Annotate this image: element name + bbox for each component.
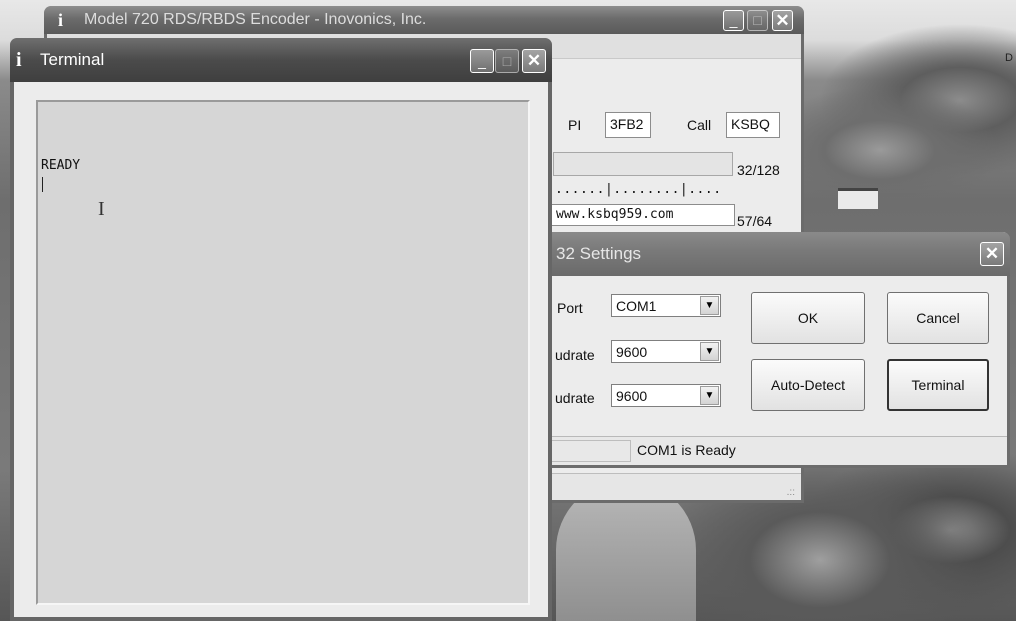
character-ruler: ......|........|.... [555, 182, 722, 197]
radiotext-field[interactable]: www.ksbq959.com [551, 204, 735, 226]
main-titlebar[interactable]: i Model 720 RDS/RBDS Encoder - Inovonics… [44, 6, 804, 34]
resize-grip-icon[interactable]: .:: [787, 487, 795, 498]
main-window-title: Model 720 RDS/RBDS Encoder - Inovonics, … [84, 11, 427, 28]
terminal-title: Terminal [40, 50, 105, 69]
minimize-icon[interactable]: _ [723, 10, 744, 31]
call-field[interactable]: KSBQ [726, 112, 780, 138]
inovonics-logo-icon: i [16, 49, 22, 71]
close-icon[interactable]: ✕ [980, 242, 1004, 266]
radiotext-char-count: 57/64 [737, 213, 773, 229]
second-baudrate-select[interactable]: 9600 ▼ [611, 384, 721, 407]
auto-detect-button[interactable]: Auto-Detect [751, 359, 865, 411]
terminal-titlebar[interactable]: i Terminal _ □ ✕ [10, 38, 552, 82]
maximize-icon[interactable]: □ [747, 10, 768, 31]
baudrate-select-value: 9600 [616, 344, 648, 360]
chevron-down-icon[interactable]: ▼ [700, 386, 719, 405]
background-house [838, 188, 878, 209]
terminal-window: i Terminal _ □ ✕ READY I [10, 38, 552, 621]
port-label: Port [557, 300, 583, 316]
terminal-button[interactable]: Terminal [887, 359, 989, 411]
inovonics-logo-icon: i [58, 10, 64, 30]
close-icon[interactable]: ✕ [772, 10, 793, 31]
chevron-down-icon[interactable]: ▼ [700, 342, 719, 361]
terminal-output-area[interactable]: READY I [36, 100, 530, 605]
minimize-icon[interactable]: _ [470, 49, 494, 73]
terminal-output-line: READY [41, 158, 81, 173]
maximize-icon[interactable]: □ [495, 49, 519, 73]
port-select[interactable]: COM1 ▼ [611, 294, 721, 317]
close-icon[interactable]: ✕ [522, 49, 546, 73]
settings-statusbar: COM1 is Ready [525, 436, 1007, 465]
second-baudrate-label: udrate [555, 390, 595, 406]
pi-label: PI [568, 117, 582, 133]
ok-button[interactable]: OK [751, 292, 865, 344]
settings-titlebar[interactable]: 32 Settings ✕ [522, 232, 1010, 276]
ibeam-cursor-icon: I [98, 198, 105, 220]
ps-text-field[interactable] [553, 152, 733, 176]
settings-title: 32 Settings [556, 244, 642, 263]
baudrate-select[interactable]: 9600 ▼ [611, 340, 721, 363]
chevron-down-icon[interactable]: ▼ [700, 296, 719, 315]
second-baudrate-select-value: 9600 [616, 388, 648, 404]
cancel-button[interactable]: Cancel [887, 292, 989, 344]
port-select-value: COM1 [616, 298, 657, 314]
call-label: Call [687, 117, 712, 133]
status-text: COM1 is Ready [637, 442, 736, 458]
rs232-settings-dialog: 32 Settings ✕ Port COM1 ▼ udrate 9600 ▼ … [522, 232, 1010, 468]
pi-field[interactable]: 3FB2 [605, 112, 651, 138]
text-caret [42, 177, 43, 192]
ps-char-count: 32/128 [737, 162, 780, 178]
baudrate-label: udrate [555, 347, 595, 363]
desktop-edge-label: D [1005, 52, 1013, 64]
